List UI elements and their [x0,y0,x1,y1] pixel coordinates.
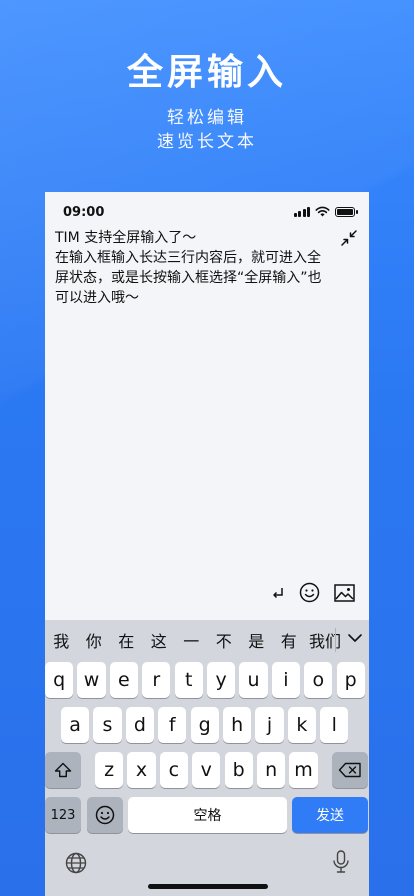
candidate-bar: 我你在这一不是有我们 [45,620,369,660]
image-icon[interactable] [334,583,355,602]
key-m[interactable]: m [289,752,318,788]
key-a[interactable]: a [61,707,90,743]
key-n[interactable]: n [257,752,286,788]
return-icon[interactable] [271,586,285,600]
cellular-signal-icon [293,206,310,217]
candidate-item[interactable]: 不 [208,628,241,652]
message-text-line-2: 在输入框输入长达三行内容后，就可进入全屏状态，或是长按输入框选择“全屏输入”也可… [55,250,322,306]
emoji-icon [95,805,115,825]
candidate-item[interactable]: 我 [45,628,78,652]
key-q[interactable]: q [45,662,74,698]
candidate-item[interactable]: 在 [110,628,143,652]
phone-screen: 09:00 TIM 支持全屏输入了～ 在输入框输入长达三行内容后，就可进入全屏状… [45,192,369,896]
candidate-list: 我你在这一不是有我们 [45,620,341,660]
keyboard-row-4: 123 空格 发送 [45,797,369,833]
hero-title: 全屏输入 [126,52,287,93]
candidate-item[interactable]: 一 [175,628,208,652]
candidate-item[interactable]: 是 [240,628,273,652]
microphone-icon[interactable] [330,850,352,874]
globe-icon[interactable] [65,852,87,874]
key-h[interactable]: h [223,707,252,743]
hero-subtitle-1: 轻松编辑 [167,108,247,128]
shift-icon [54,762,72,778]
shift-key[interactable] [45,752,81,788]
key-s[interactable]: s [93,707,122,743]
emoji-key[interactable] [87,797,123,833]
emoji-icon[interactable] [299,582,320,603]
key-f[interactable]: f [158,707,187,743]
key-p[interactable]: p [336,662,365,698]
key-y[interactable]: y [207,662,236,698]
status-time: 09:00 [63,205,105,220]
message-input-area[interactable]: TIM 支持全屏输入了～ 在输入框输入长达三行内容后，就可进入全屏状态，或是长按… [55,228,330,308]
collapse-fullscreen-icon[interactable] [341,230,357,246]
space-key[interactable]: 空格 [128,797,287,833]
key-w[interactable]: w [77,662,106,698]
key-x[interactable]: x [127,752,156,788]
chevron-down-icon[interactable] [347,630,363,646]
key-k[interactable]: k [287,707,316,743]
key-j[interactable]: j [255,707,284,743]
key-t[interactable]: t [174,662,203,698]
message-text-line-1: TIM 支持全屏输入了～ [55,230,197,246]
input-toolbar [271,582,355,603]
keyboard-row-1: qwertyuiop [45,662,369,698]
key-z[interactable]: z [95,752,124,788]
key-c[interactable]: c [159,752,188,788]
send-key[interactable]: 发送 [292,797,368,833]
backspace-icon [338,762,361,778]
candidate-item[interactable]: 这 [143,628,176,652]
key-u[interactable]: u [239,662,268,698]
home-indicator[interactable] [148,884,268,889]
status-bar: 09:00 [45,192,369,232]
numbers-key[interactable]: 123 [45,797,81,833]
hero: 全屏输入 轻松编辑 速览长文本 [0,50,414,154]
key-o[interactable]: o [304,662,333,698]
backspace-key[interactable] [332,752,368,788]
status-icons [293,206,358,217]
candidate-item[interactable]: 你 [78,628,111,652]
key-r[interactable]: r [142,662,171,698]
key-i[interactable]: i [271,662,300,698]
key-d[interactable]: d [125,707,154,743]
wifi-icon [315,206,330,217]
battery-icon [335,206,358,217]
keyboard-row-2: asdfghjkl [45,707,369,743]
hero-subtitle-2: 速览长文本 [157,132,257,152]
key-g[interactable]: g [190,707,219,743]
key-b[interactable]: b [224,752,253,788]
key-l[interactable]: l [320,707,349,743]
key-e[interactable]: e [109,662,138,698]
candidate-item[interactable]: 有 [273,628,306,652]
keyboard: qwertyuiop asdfghjkl zxcvbnm 123 空格 发送 [45,660,369,896]
candidate-divider [335,628,336,652]
key-v[interactable]: v [192,752,221,788]
keyboard-row-3: zxcvbnm [45,752,369,788]
